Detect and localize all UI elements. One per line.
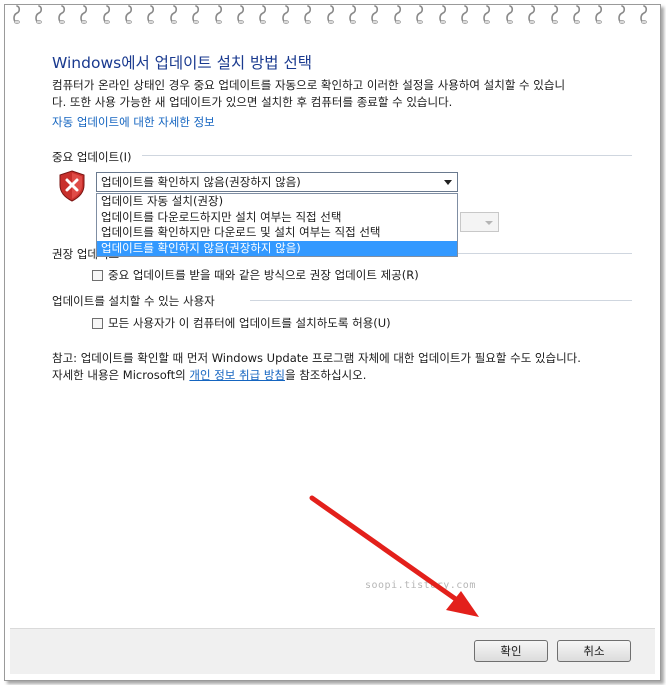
important-updates-select[interactable]: 업데이트를 확인하지 않음(권장하지 않음) (96, 172, 458, 192)
recommended-updates-option[interactable]: 중요 업데이트를 받을 때와 같은 방식으로 권장 업데이트 제공(R) (92, 268, 419, 283)
cancel-button[interactable]: 취소 (557, 640, 631, 662)
recommended-updates-checkbox-label: 중요 업데이트를 받을 때와 같은 방식으로 권장 업데이트 제공(R) (108, 268, 419, 282)
who-can-install-heading: 업데이트를 설치할 수 있는 사용자 (52, 294, 215, 308)
important-updates-dropdown-list: 업데이트 자동 설치(권장) 업데이트를 다운로드하지만 설치 여부는 직접 선… (96, 193, 458, 257)
binder-ring-icon (347, 5, 359, 24)
binder-ring-icon (526, 5, 538, 24)
binder-ring-icon (593, 5, 605, 24)
note-line-2: 자세한 내용은 Microsoft의 개인 정보 취급 방침을 참조하십시오. (52, 367, 581, 384)
intro-text: 컴퓨터가 온라인 상태인 경우 중요 업데이트를 자동으로 확인하고 이러한 설… (52, 77, 642, 111)
binder-ring-icon (481, 5, 493, 24)
binder-ring-icon (571, 5, 583, 24)
binder-ring-icon (437, 5, 449, 24)
ok-button[interactable]: 확인 (474, 640, 548, 662)
chevron-down-icon (485, 221, 493, 225)
install-time-select-disabled (460, 212, 499, 232)
important-updates-selected-value: 업데이트를 확인하지 않음(권장하지 않음) (101, 175, 301, 189)
binder-ring-icon (101, 5, 113, 24)
dropdown-option-never-check[interactable]: 업데이트를 확인하지 않음(권장하지 않음) (97, 240, 457, 256)
binder-ring-icon (56, 5, 68, 24)
note-line-2-prefix: 자세한 내용은 Microsoft의 (52, 368, 190, 382)
binder-ring-icon (392, 5, 404, 24)
auto-update-info-link[interactable]: 자동 업데이트에 대한 자세한 정보 (52, 114, 215, 130)
binder-ring-icon (280, 5, 292, 24)
all-users-install-option[interactable]: 모든 사용자가 이 컴퓨터에 업데이트를 설치하도록 허용(U) (92, 316, 391, 331)
dropdown-option-check-only[interactable]: 업데이트를 확인하지만 다운로드 및 설치 여부는 직접 선택 (97, 225, 457, 241)
note-text: 참고: 업데이트를 확인할 때 먼저 Windows Update 프로그램 자… (52, 350, 581, 384)
dialog-title: Windows에서 업데이트 설치 방법 선택 (52, 54, 313, 72)
binder-ring-icon (213, 5, 225, 24)
binder-ring-icon (190, 5, 202, 24)
binder-ring-icon (235, 5, 247, 24)
binder-ring-icon (257, 5, 269, 24)
note-line-2-suffix: 을 참조하십시오. (284, 368, 367, 382)
shield-error-icon (58, 170, 86, 202)
binder-ring-icon (459, 5, 471, 24)
binder-ring-icon (638, 5, 650, 24)
binder-ring-icon (504, 5, 516, 24)
binder-ring-icon (33, 5, 45, 24)
dialog-window: Windows에서 업데이트 설치 방법 선택 컴퓨터가 온라인 상태인 경우 … (4, 4, 661, 681)
important-updates-heading: 중요 업데이트(I) (52, 150, 132, 164)
binder-ring-icon (325, 5, 337, 24)
dropdown-option-auto-install[interactable]: 업데이트 자동 설치(권장) (97, 194, 457, 210)
binder-ring-icon (414, 5, 426, 24)
all-users-install-checkbox-label: 모든 사용자가 이 컴퓨터에 업데이트를 설치하도록 허용(U) (108, 316, 391, 330)
binder-ring-icon (123, 5, 135, 24)
binder-ring-icon (302, 5, 314, 24)
note-line-1: 참고: 업데이트를 확인할 때 먼저 Windows Update 프로그램 자… (52, 351, 581, 365)
binder-ring-icon (549, 5, 561, 24)
dropdown-option-download-only[interactable]: 업데이트를 다운로드하지만 설치 여부는 직접 선택 (97, 210, 457, 226)
section-divider (142, 155, 632, 156)
intro-line-2: 다. 또한 사용 가능한 새 업데이트가 있으면 설치한 후 컴퓨터를 종료할 … (52, 95, 453, 109)
watermark-text: soopi.tistory.com (365, 580, 476, 591)
dialog-footer: 확인 취소 (10, 628, 655, 674)
chevron-down-icon[interactable] (444, 180, 452, 185)
binder-ring-icon (168, 5, 180, 24)
recommended-updates-checkbox[interactable] (92, 270, 103, 281)
binder-ring-icon (616, 5, 628, 24)
binder-ring-icon (11, 5, 23, 24)
binder-ring-icon (78, 5, 90, 24)
binder-rings (5, 5, 660, 27)
intro-line-1: 컴퓨터가 온라인 상태인 경우 중요 업데이트를 자동으로 확인하고 이러한 설… (52, 78, 566, 92)
binder-ring-icon (369, 5, 381, 24)
section-divider (250, 300, 632, 301)
privacy-policy-link[interactable]: 개인 정보 취급 방침 (189, 368, 285, 382)
all-users-install-checkbox[interactable] (92, 318, 103, 329)
binder-ring-icon (145, 5, 157, 24)
